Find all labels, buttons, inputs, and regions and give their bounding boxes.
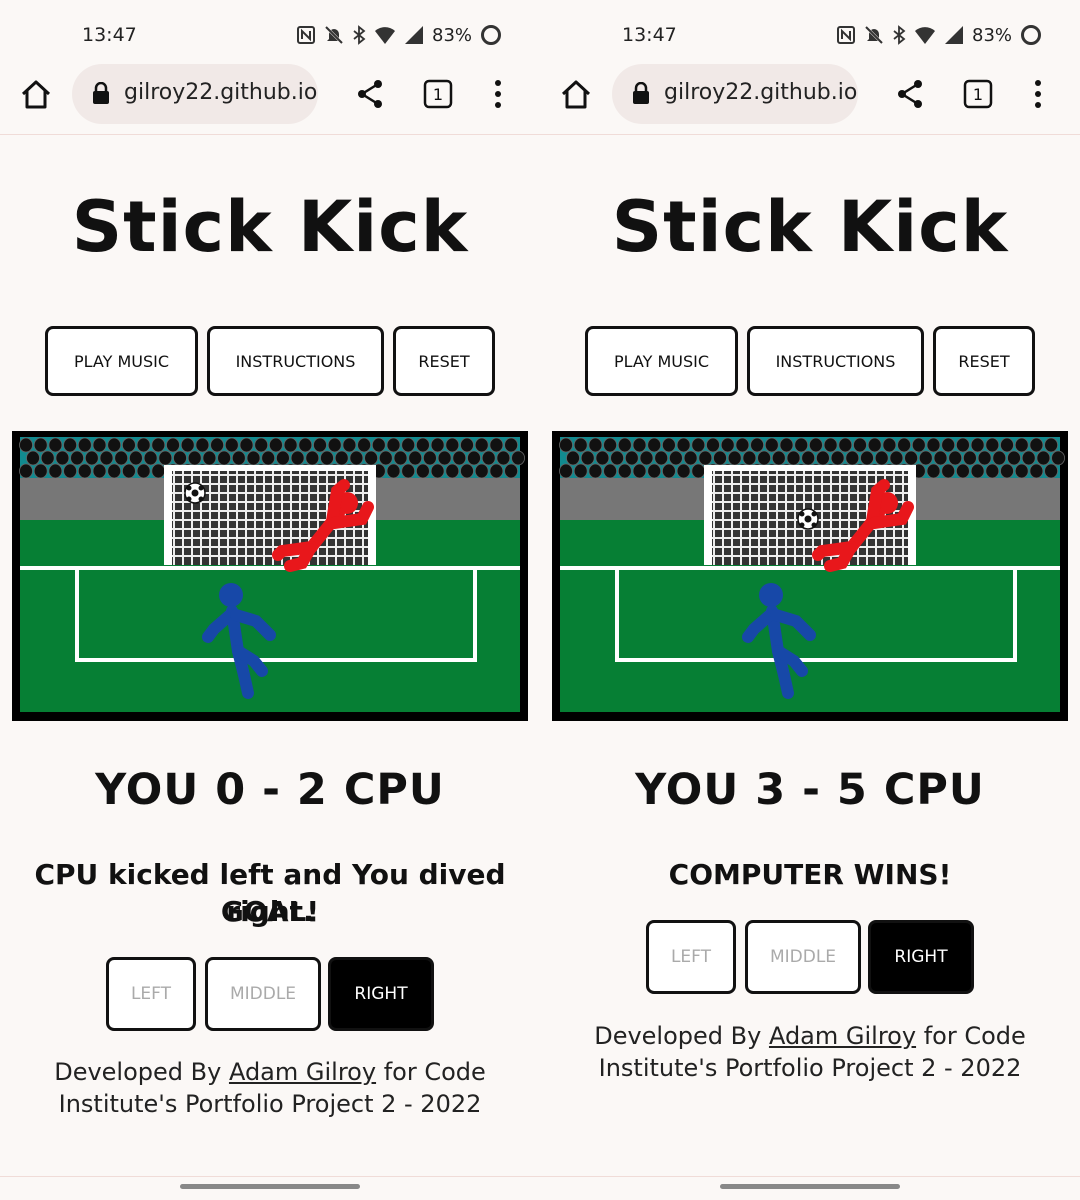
- footer-prefix: Developed By: [54, 1058, 229, 1086]
- game-scene: [552, 431, 1068, 721]
- reset-button[interactable]: RESET: [933, 326, 1035, 396]
- url-text: gilroy22.github.io: [124, 80, 318, 105]
- tab-switcher-icon[interactable]: 1: [422, 78, 454, 110]
- reset-button[interactable]: RESET: [393, 326, 495, 396]
- phone-screen-left: 13:47 83% gilroy22.github.io 1 Stick Kic…: [0, 0, 540, 1200]
- scoreboard: YOU 3 - 5 CPU: [635, 765, 985, 815]
- battery-icon: [481, 25, 502, 45]
- battery-percent: 83%: [972, 24, 1013, 46]
- more-vert-icon[interactable]: [1024, 78, 1052, 110]
- lock-icon: [633, 82, 649, 104]
- right-button[interactable]: RIGHT: [328, 957, 434, 1031]
- status-bar: 13:47 83%: [540, 0, 1080, 66]
- gesture-bar[interactable]: [720, 1184, 900, 1189]
- footer-suffix: for Code: [376, 1058, 486, 1086]
- left-button[interactable]: LEFT: [646, 920, 736, 994]
- author-link[interactable]: Adam Gilroy: [769, 1022, 916, 1050]
- footer-line2: Institute's Portfolio Project 2 - 2022: [58, 1090, 482, 1118]
- instructions-button[interactable]: INSTRUCTIONS: [207, 326, 384, 396]
- browser-toolbar: gilroy22.github.io 1: [540, 64, 1080, 126]
- nfc-icon: [837, 26, 855, 44]
- status-bar: 13:47 83%: [0, 0, 540, 66]
- footer-line2: Institute's Portfolio Project 2 - 2022: [598, 1054, 1022, 1082]
- battery-icon: [1021, 25, 1042, 45]
- url-text: gilroy22.github.io: [664, 80, 858, 105]
- middle-button[interactable]: MIDDLE: [205, 957, 321, 1031]
- nav-divider: [0, 1176, 540, 1177]
- result-message: COMPUTER WINS!: [668, 858, 952, 891]
- status-time: 13:47: [622, 24, 677, 46]
- signal-icon: [405, 26, 423, 44]
- home-icon[interactable]: [558, 77, 594, 113]
- footer-line1: Developed By Adam Gilroy for Code: [540, 1020, 1080, 1052]
- page-title: Stick Kick: [611, 186, 1009, 268]
- nav-divider: [540, 1176, 1080, 1177]
- share-icon[interactable]: [354, 78, 386, 110]
- nfc-icon: [297, 26, 315, 44]
- play-music-button[interactable]: PLAY MUSIC: [585, 326, 738, 396]
- page-title: Stick Kick: [71, 186, 469, 268]
- instructions-button[interactable]: INSTRUCTIONS: [747, 326, 924, 396]
- footer-prefix: Developed By: [594, 1022, 769, 1050]
- footer: Developed By Adam Gilroy for Code Instit…: [540, 1020, 1080, 1084]
- right-button[interactable]: RIGHT: [868, 920, 974, 994]
- browser-toolbar: gilroy22.github.io 1: [0, 64, 540, 126]
- tab-switcher-icon[interactable]: 1: [962, 78, 994, 110]
- signal-icon: [945, 26, 963, 44]
- play-music-button[interactable]: PLAY MUSIC: [45, 326, 198, 396]
- gesture-bar[interactable]: [180, 1184, 360, 1189]
- game-scene: [12, 431, 528, 721]
- share-icon[interactable]: [894, 78, 926, 110]
- scoreboard: YOU 0 - 2 CPU: [95, 765, 445, 815]
- phone-screen-right: 13:47 83% gilroy22.github.io 1 Stick Kic…: [540, 0, 1080, 1200]
- tab-count: 1: [973, 85, 983, 104]
- lock-icon: [93, 82, 109, 104]
- home-icon[interactable]: [18, 77, 54, 113]
- middle-button[interactable]: MIDDLE: [745, 920, 861, 994]
- tab-count: 1: [433, 85, 443, 104]
- mute-bell-icon: [864, 25, 884, 45]
- wifi-icon: [915, 27, 935, 44]
- mute-bell-icon: [324, 25, 344, 45]
- result-message-line2: GOAL!: [220, 895, 320, 928]
- address-bar[interactable]: gilroy22.github.io: [72, 64, 318, 124]
- status-icons: 83%: [836, 22, 1042, 48]
- footer: Developed By Adam Gilroy for Code Instit…: [0, 1056, 540, 1120]
- footer-line1: Developed By Adam Gilroy for Code: [0, 1056, 540, 1088]
- toolbar-divider: [540, 134, 1080, 135]
- address-bar[interactable]: gilroy22.github.io: [612, 64, 858, 124]
- bluetooth-icon: [353, 25, 366, 45]
- football: [184, 482, 206, 504]
- footer-suffix: for Code: [916, 1022, 1026, 1050]
- status-icons: 83%: [296, 22, 502, 48]
- status-time: 13:47: [82, 24, 137, 46]
- more-vert-icon[interactable]: [484, 78, 512, 110]
- toolbar-divider: [0, 134, 540, 135]
- bluetooth-icon: [893, 25, 906, 45]
- left-button[interactable]: LEFT: [106, 957, 196, 1031]
- author-link[interactable]: Adam Gilroy: [229, 1058, 376, 1086]
- wifi-icon: [375, 27, 395, 44]
- football: [797, 508, 819, 530]
- battery-percent: 83%: [432, 24, 473, 46]
